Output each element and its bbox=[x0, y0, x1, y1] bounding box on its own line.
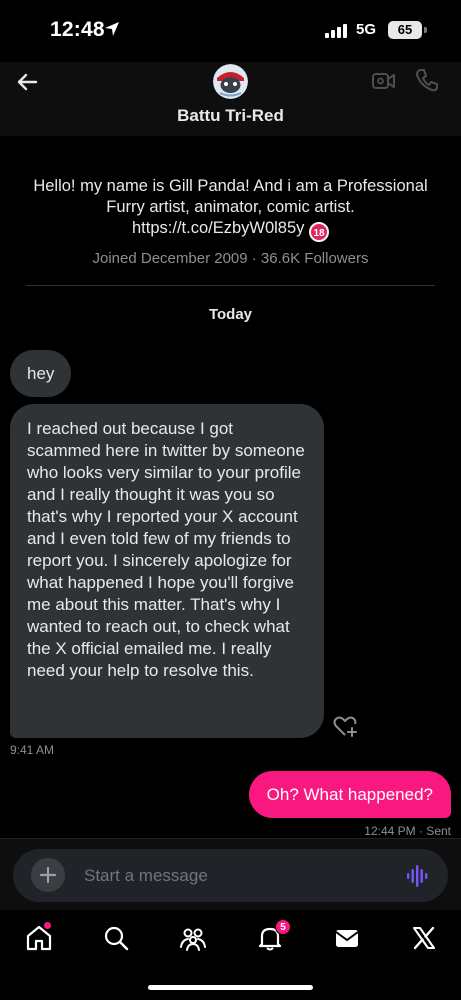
add-attachment-icon[interactable] bbox=[31, 858, 65, 892]
conversation-header: Battu Tri-Red bbox=[0, 62, 461, 136]
notifications-badge: 5 bbox=[275, 919, 291, 935]
video-call-icon[interactable] bbox=[371, 68, 397, 94]
home-unread-dot bbox=[44, 922, 51, 929]
search-icon[interactable] bbox=[102, 924, 130, 952]
message-timestamp: 9:41 AM bbox=[10, 743, 55, 757]
message-bubble-outgoing[interactable]: Oh? What happened? bbox=[248, 771, 451, 818]
phone-call-icon[interactable] bbox=[414, 67, 440, 93]
x-logo-icon[interactable] bbox=[410, 924, 438, 952]
message-input[interactable]: Start a message bbox=[84, 866, 208, 886]
composer-bar: Start a message bbox=[0, 838, 461, 910]
message-composer[interactable]: Start a message bbox=[13, 849, 448, 902]
battery-indicator: 65 bbox=[388, 21, 422, 39]
profile-meta: Joined December 2009 · 36.6K Followers bbox=[92, 250, 369, 267]
communities-icon[interactable] bbox=[179, 924, 207, 952]
divider bbox=[26, 285, 435, 286]
profile-bio-text: Hello! my name is Gill Panda! And i am a… bbox=[33, 177, 428, 237]
profile-bio: Hello! my name is Gill Panda! And i am a… bbox=[20, 176, 441, 242]
message-bubble-incoming[interactable]: I reached out because I got scammed here… bbox=[10, 404, 324, 738]
location-arrow-icon bbox=[105, 22, 119, 36]
conversation-title: Battu Tri-Red bbox=[177, 106, 284, 125]
messages-icon[interactable] bbox=[333, 924, 361, 952]
add-reaction-icon[interactable] bbox=[333, 715, 359, 739]
adult-content-badge: 18 bbox=[309, 222, 329, 242]
status-time: 12:48 bbox=[50, 18, 105, 41]
back-arrow-icon[interactable] bbox=[14, 68, 42, 96]
message-status: 12:44 PM · Sent bbox=[364, 824, 451, 838]
home-indicator bbox=[148, 985, 313, 990]
status-bar: 12:48 5G 65 bbox=[0, 0, 461, 62]
message-bubble-incoming[interactable]: hey bbox=[10, 350, 72, 397]
day-separator: Today bbox=[208, 306, 253, 323]
network-type: 5G bbox=[356, 21, 377, 38]
battery-cap bbox=[424, 27, 427, 33]
cellular-signal-icon bbox=[325, 24, 347, 38]
voice-message-icon[interactable] bbox=[406, 865, 430, 887]
avatar[interactable] bbox=[213, 64, 248, 99]
